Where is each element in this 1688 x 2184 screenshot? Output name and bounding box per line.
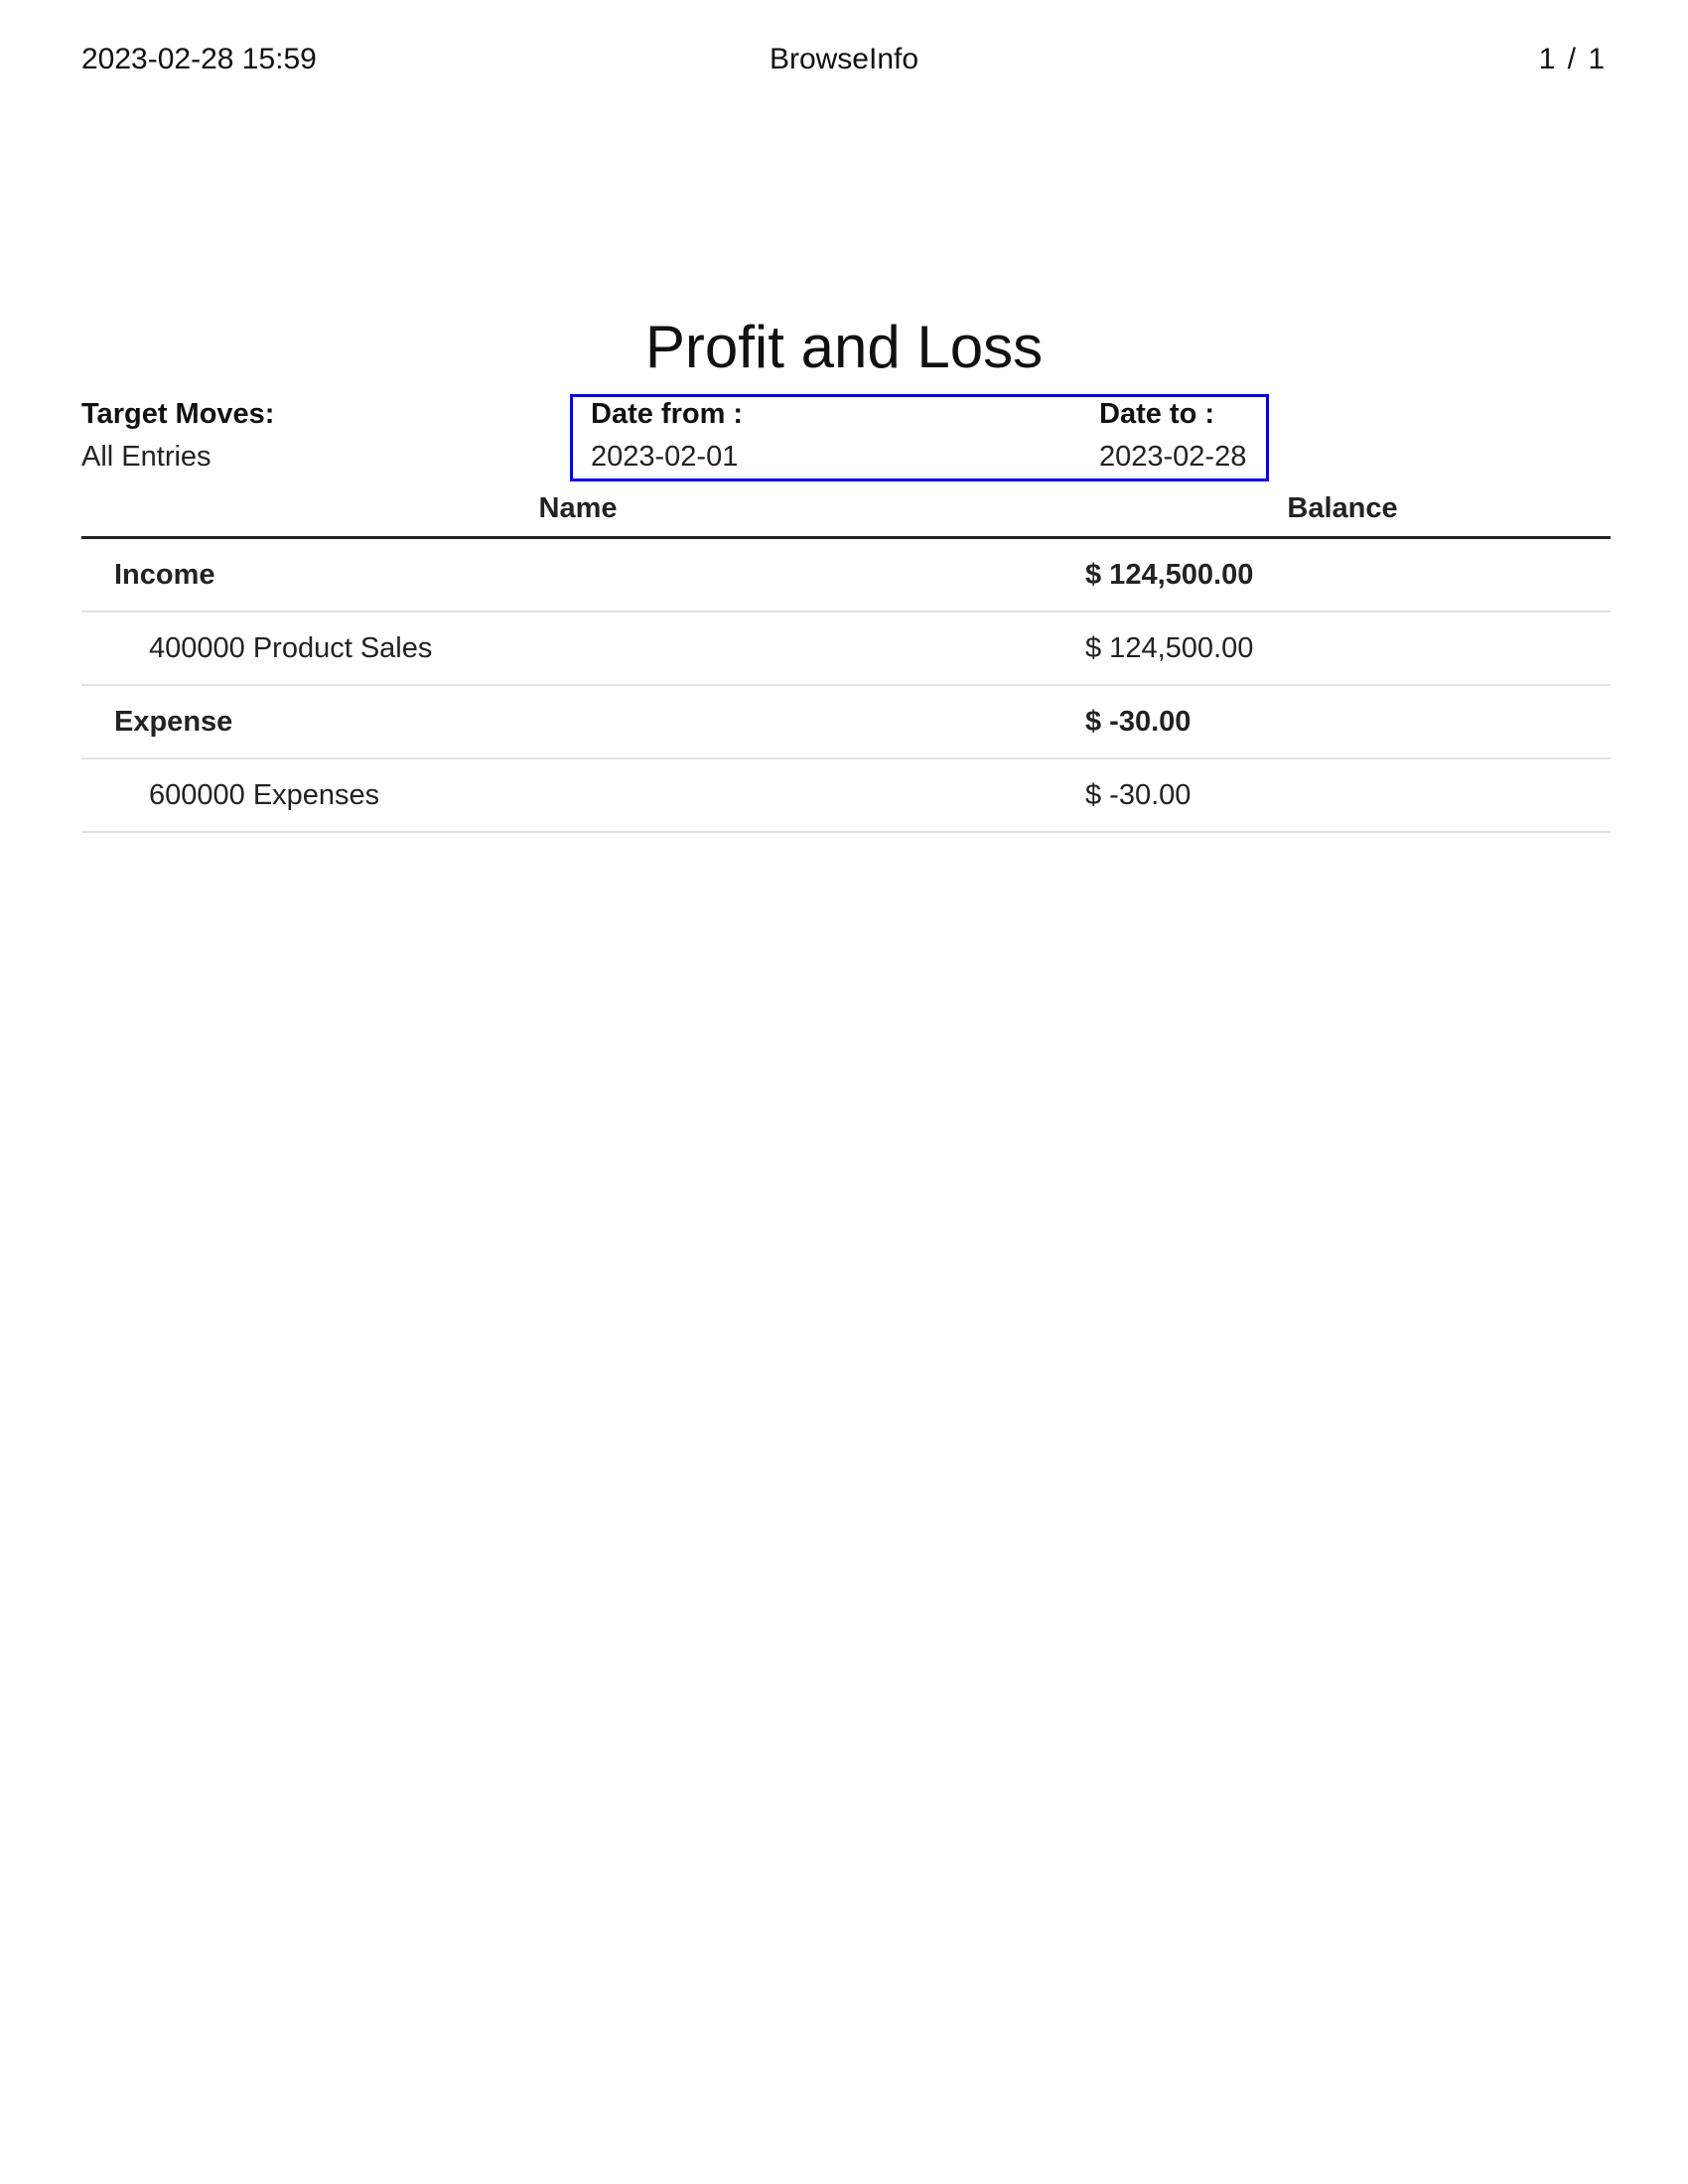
date-from-value: 2023-02-01 bbox=[591, 441, 739, 473]
target-moves-label: Target Moves: bbox=[81, 398, 275, 430]
column-header-balance: Balance bbox=[1287, 492, 1398, 524]
table-row-expense: Expense $ -30.00 bbox=[81, 686, 1611, 759]
date-to-label: Date to : bbox=[1099, 398, 1214, 430]
company-name: BrowseInfo bbox=[769, 43, 919, 75]
table-row-expenses-account: 600000 Expenses $ -30.00 bbox=[81, 759, 1611, 833]
row-balance: $ 124,500.00 bbox=[1085, 632, 1254, 664]
table-row-product-sales: 400000 Product Sales $ 124,500.00 bbox=[81, 613, 1611, 686]
row-name: Income bbox=[114, 559, 215, 591]
report-title: Profit and Loss bbox=[644, 314, 1044, 380]
table-row-income: Income $ 124,500.00 bbox=[81, 539, 1611, 613]
row-name: 400000 Product Sales bbox=[149, 632, 433, 664]
table-header: Name Balance bbox=[81, 486, 1611, 539]
page-indicator: 1 / 1 bbox=[1538, 43, 1607, 75]
profit-loss-table: Name Balance Income $ 124,500.00 400000 … bbox=[81, 486, 1611, 833]
row-balance: $ 124,500.00 bbox=[1085, 559, 1254, 591]
row-balance: $ -30.00 bbox=[1085, 706, 1192, 738]
column-header-name: Name bbox=[538, 492, 618, 524]
row-name: Expense bbox=[114, 706, 233, 738]
row-balance: $ -30.00 bbox=[1085, 779, 1192, 811]
date-to-value: 2023-02-28 bbox=[1099, 441, 1247, 473]
target-moves-value: All Entries bbox=[81, 441, 211, 473]
date-from-label: Date from : bbox=[591, 398, 744, 430]
row-name: 600000 Expenses bbox=[149, 779, 380, 811]
